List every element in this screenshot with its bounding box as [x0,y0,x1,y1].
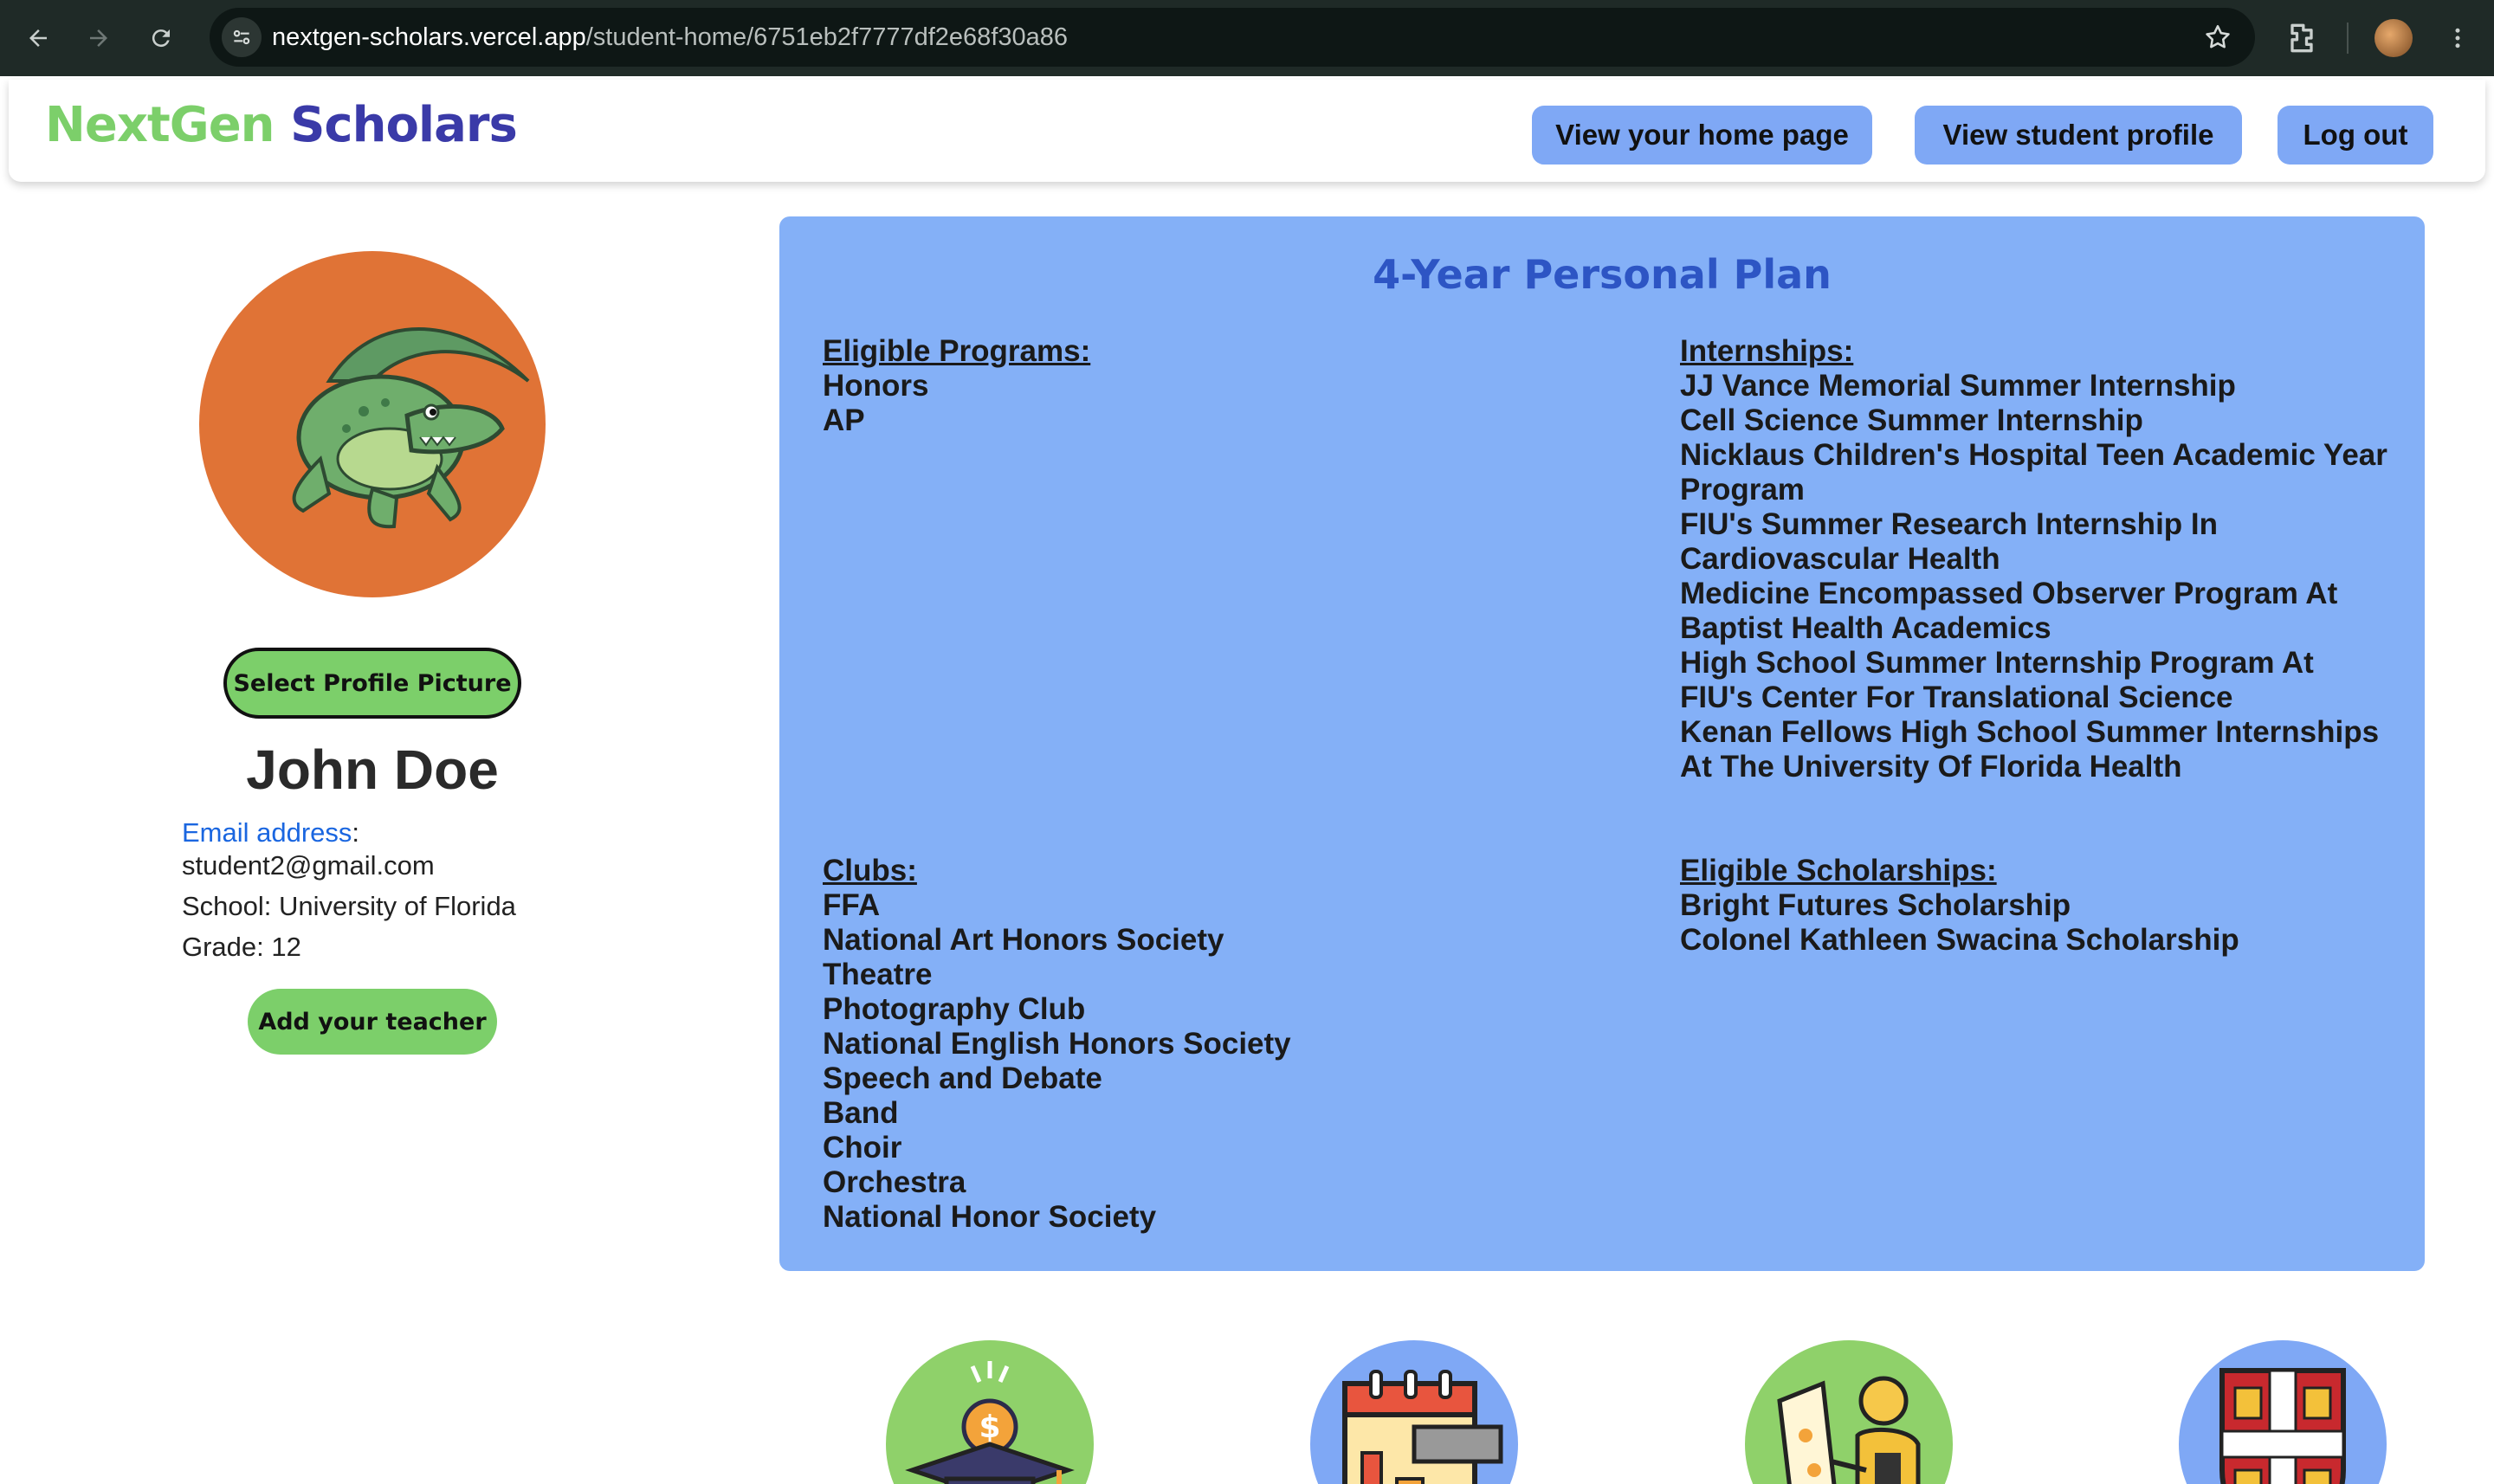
club-item: Photography Club [823,992,1086,1026]
email-value: student2@gmail.com [182,850,435,881]
club-item: Theatre [823,958,933,991]
club-item: FFA [823,888,881,922]
site-info-icon[interactable] [222,17,262,57]
scholarship-item: Colonel Kathleen Swacina Scholarship [1680,923,2239,957]
url-path: /student-home/6751eb2f7777df2e68f30a86 [585,23,1069,51]
url-host: nextgen-scholars.vercel.app [272,23,586,51]
browser-toolbar: nextgen-scholars.vercel.app/student-home… [0,0,2494,76]
scholarship-item: Bright Futures Scholarship [1680,888,2071,922]
internship-item: FIU's Summer Research Internship In Card… [1680,507,2218,576]
internships-heading: Internships: [1680,334,1854,368]
scholarships-section: Eligible Scholarships: Bright Futures Sc… [1680,854,2390,958]
address-bar[interactable]: nextgen-scholars.vercel.app/student-home… [210,8,2255,67]
club-item: Choir [823,1131,902,1165]
university-crest-icon[interactable] [2179,1340,2387,1484]
view-home-page-button[interactable]: View your home page [1532,106,1872,165]
internships-section: Internships: JJ Vance Memorial Summer In… [1680,334,2390,784]
forward-arrow-icon[interactable] [80,19,118,57]
club-item: Band [823,1096,899,1130]
club-item: National Honor Society [823,1200,1157,1234]
scholarships-heading: Eligible Scholarships: [1680,854,1997,887]
add-teacher-button[interactable]: Add your teacher [248,989,497,1055]
internship-item: High School Summer Internship Program At… [1680,646,2314,714]
internship-item: JJ Vance Memorial Summer Internship [1680,369,2236,403]
alligator-avatar [199,251,546,597]
club-item: National Art Honors Society [823,923,1224,957]
personal-plan-card: 4-Year Personal Plan Eligible Programs: … [779,216,2425,1271]
internship-item: Nicklaus Children's Hospital Teen Academ… [1680,438,2387,506]
log-out-button[interactable]: Log out [2278,106,2433,165]
grade-line: Grade: 12 [182,932,301,962]
program-item: Honors [823,369,929,403]
clubs-heading: Clubs: [823,854,917,887]
site-logo[interactable]: NextGen Scholars [45,97,518,153]
logo-nextgen: NextGen [45,97,275,153]
star-icon[interactable] [2203,23,2232,52]
svg-text:$: $ [979,1410,1000,1445]
extensions-icon[interactable] [2283,19,2321,57]
reload-icon[interactable] [142,19,180,57]
site-header: NextGen Scholars View your home page Vie… [9,80,2485,182]
back-arrow-icon[interactable] [19,19,57,57]
planner-icon[interactable] [1310,1340,1518,1484]
eligible-programs-section: Eligible Programs: Honors AP [823,334,1602,438]
internship-item: Kenan Fellows High School Summer Interns… [1680,715,2380,784]
email-label[interactable]: Email address [182,817,352,848]
school-line: School: University of Florida [182,891,516,921]
student-name: John Doe [246,739,499,801]
email-line: Email address: [182,817,360,848]
more-menu-icon[interactable] [2439,19,2477,57]
club-item: Speech and Debate [823,1061,1102,1095]
program-item: AP [823,403,865,437]
club-item: Orchestra [823,1165,966,1199]
internship-item: Cell Science Summer Internship [1680,403,2143,437]
toolbar-divider [2347,23,2349,54]
clubs-section: Clubs: FFA National Art Honors Society T… [823,854,1602,1235]
plan-title: 4-Year Personal Plan [1373,251,1832,298]
url-text: nextgen-scholars.vercel.app/student-home… [272,8,1068,67]
scholarship-icon[interactable]: $ [886,1340,1094,1484]
art-icon[interactable] [1745,1340,1953,1484]
view-student-profile-button[interactable]: View student profile [1915,106,2242,165]
club-item: National English Honors Society [823,1027,1291,1061]
programs-heading: Eligible Programs: [823,334,1091,368]
select-profile-picture-button[interactable]: Select Profile Picture [223,648,521,719]
browser-profile-avatar[interactable] [2374,19,2413,57]
internship-item: Medicine Encompassed Observer Program At… [1680,577,2338,645]
logo-scholars: Scholars [290,97,518,153]
